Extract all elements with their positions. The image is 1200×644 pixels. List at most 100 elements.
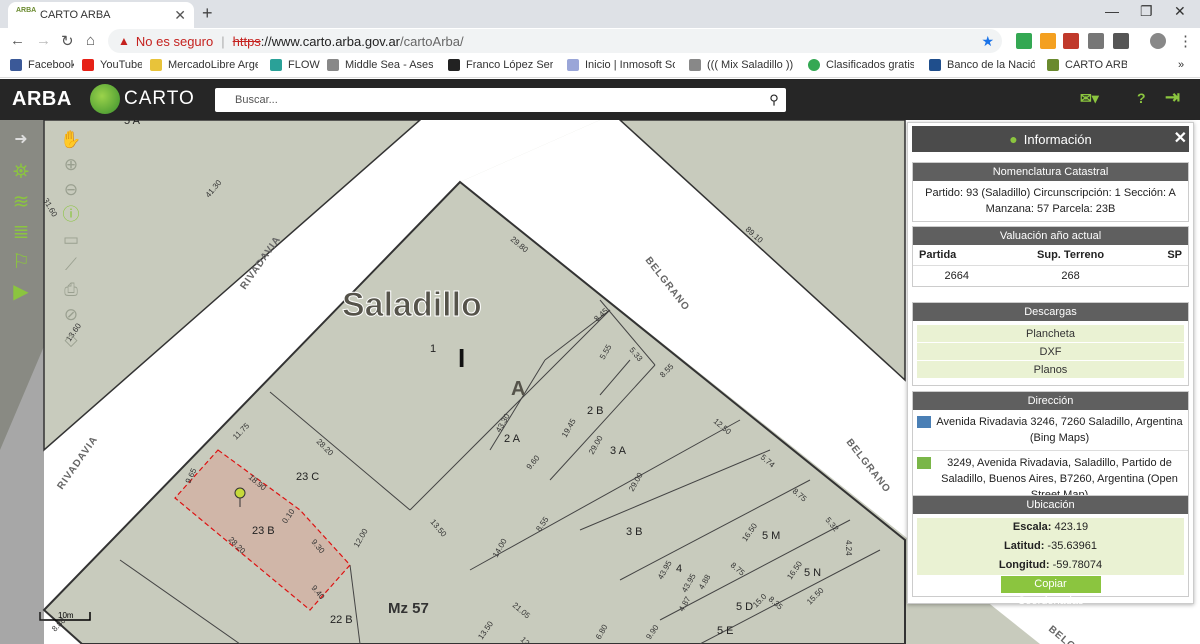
security-label: No es seguro [135,33,214,49]
search-icon[interactable]: ⚲ [762,92,786,108]
info-panel: ● Información ✕ Nomenclatura Catastral P… [907,122,1194,607]
city-label: Saladillo [342,286,482,324]
extension-icon[interactable] [1016,33,1032,49]
maximize-icon[interactable]: ❐ [1140,3,1153,20]
parcel-label: 3 A [610,445,627,457]
bookmark-item[interactable]: Franco López Servicio [448,59,553,71]
logout-icon[interactable]: ⇥ [1165,87,1180,108]
copy-coordinates-button[interactable]: Copiar Coordenadas [1000,576,1101,607]
binoculars-icon[interactable]: ⛯ [8,160,34,184]
help-icon[interactable]: ? [1137,90,1146,106]
bookmark-favicon-icon [929,59,941,71]
arba-favicon-icon: ARBA [16,7,37,14]
parcel-label: 1 [430,343,436,355]
url-input[interactable]: ▲ No es seguro | https ://www.carto.arba… [108,29,1002,53]
parcel-label: 5 N [804,567,821,579]
tab-title: CARTO ARBA [40,9,111,21]
reload-icon[interactable]: ↻ [61,32,74,50]
select-box-icon[interactable]: ▭ [58,228,84,252]
section-header: Descargas [913,303,1188,321]
bookmark-item[interactable]: FLOW [270,59,320,71]
osm-icon [917,457,931,469]
parcel-label: 3 B [626,526,643,538]
table-cell: 2664 [944,270,969,282]
valuacion-table: Partida Sup. Terreno SP 2664 268 [913,245,1188,286]
bookmark-item[interactable]: MercadoLibre Argent [150,59,258,71]
bookmark-favicon-icon [10,59,22,71]
bookmark-item[interactable]: Banco de la Nación A [929,59,1035,71]
download-planos-link[interactable]: Planos [917,361,1184,379]
escala-row: Escala: 423.19 [917,518,1184,537]
nomenclatura-section: Nomenclatura Catastral Partido: 93 (Sala… [912,162,1189,222]
profile-avatar[interactable] [1150,33,1166,49]
download-dxf-link[interactable]: DXF [917,343,1184,361]
location-pin-icon [234,487,246,499]
bookmarks-bar: Facebook YouTube MercadoLibre Argent FLO… [0,54,1200,78]
bookmark-item[interactable]: YouTube [82,59,142,71]
pdf-extension-icon[interactable] [1063,33,1079,49]
draw-icon[interactable]: ⊘ [58,303,84,327]
table-header: SP [1140,245,1188,266]
browser-menu-icon[interactable]: ⋮ [1178,32,1193,50]
measure-label: 4.24 [844,540,853,556]
more-bookmarks-icon[interactable]: » [1178,59,1184,71]
parcel-label: 5 E [717,625,734,637]
tab-strip: ARBA CARTO ARBA ✕ + — ❐ ✕ [0,0,1200,28]
latitud-value: -35.63961 [1047,540,1097,552]
browser-tab[interactable]: ARBA CARTO ARBA ✕ [8,2,194,28]
parcel-label: 22 B [330,614,353,626]
back-icon[interactable]: ← [10,32,25,49]
tab-close-icon[interactable]: ✕ [174,7,186,24]
search-input[interactable] [235,94,762,106]
home-icon[interactable]: ⌂ [86,32,95,49]
close-window-icon[interactable]: ✕ [1174,3,1186,20]
new-tab-icon[interactable]: + [202,3,213,24]
close-icon[interactable]: ✕ [1174,128,1187,148]
layers-stack-icon[interactable]: ≣ [8,220,34,244]
pan-hand-icon[interactable]: ✋ [58,128,84,152]
info-title: Información [1023,131,1092,147]
seccion-label: A [511,378,525,400]
section-header: Nomenclatura Catastral [913,163,1188,181]
longitud-value: -59.78074 [1052,559,1103,571]
play-icon[interactable]: ▶ [8,280,34,304]
bookmark-item[interactable]: Facebook [10,59,74,71]
bookmark-item[interactable]: CARTO ARBA [1047,59,1127,71]
extension-icon[interactable] [1088,33,1104,49]
forward-icon[interactable]: → [36,32,51,49]
bookmark-favicon-icon [327,59,339,71]
direccion-section: Dirección Avenida Rivadavia 3246, 7260 S… [912,391,1189,508]
zoom-out-icon[interactable]: ⊖ [58,178,84,202]
download-plancheta-link[interactable]: Plancheta [917,325,1184,343]
carto-logo: CARTO [90,84,195,114]
measure-icon[interactable]: ⟋ [58,253,84,277]
bookmark-item[interactable]: ((( Mix Saladillo ))) 92 [689,59,793,71]
clear-icon[interactable]: ◇ [58,328,84,352]
extension-icon[interactable] [1040,33,1056,49]
bing-maps-icon [917,416,931,428]
bookmark-item[interactable]: Inicio | Inmosoft Softw [567,59,675,71]
bookmark-favicon-icon [150,59,162,71]
info-icon[interactable]: ⓘ [58,203,84,227]
bookmark-item[interactable]: Clasificados gratis en [808,59,914,71]
app-header: ARBA CARTO ⚲ ✉▾ ? ⇥ [0,79,1200,120]
parcel-label: 23 C [296,471,319,483]
bookmark-star-icon[interactable]: ★ [981,33,994,50]
minimize-icon[interactable]: — [1105,3,1119,19]
mail-icon[interactable]: ✉▾ [1080,90,1099,107]
pin-route-icon[interactable]: ⚐ [8,250,34,274]
table-header: Partida [913,245,1001,266]
bookmark-favicon-icon [448,59,460,71]
parcel-label: 2 A [504,433,521,445]
extension-icon[interactable] [1113,33,1129,49]
print-icon[interactable]: ⎙ [58,278,84,302]
address-bing[interactable]: Avenida Rivadavia 3246, 7260 Saladillo, … [913,410,1188,450]
map-toolbar: ✋ ⊕ ⊖ ⓘ ▭ ⟋ ⎙ ⊘ ◇ [58,128,84,349]
zoom-in-icon[interactable]: ⊕ [58,153,84,177]
bookmark-item[interactable]: Middle Sea - Asesore [327,59,433,71]
latitud-row: Latitud: -35.63961 [917,537,1184,556]
expand-arrow-icon[interactable]: ➜ [8,128,34,152]
circunscripcion-label: I [458,343,465,373]
url-protocol: https [232,33,261,49]
layers-icon[interactable]: ≋ [8,190,34,214]
